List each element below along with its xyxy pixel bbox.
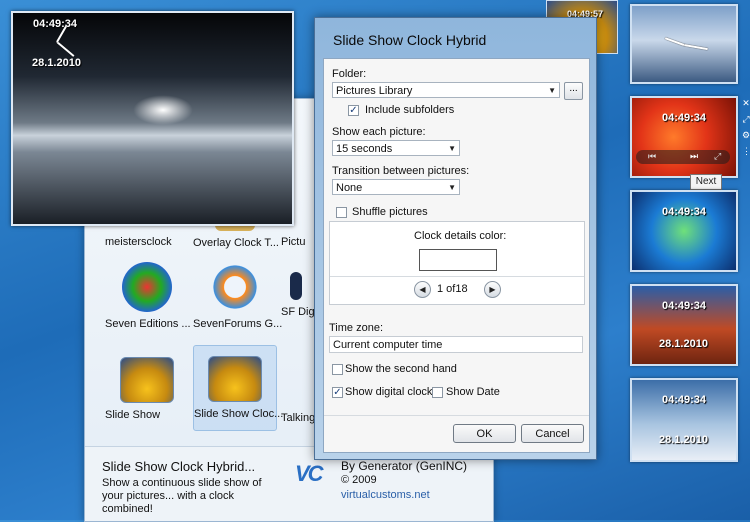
sidebar-thumb-active[interactable]: 04:49:34 ⏮ ⏭ ⤢	[630, 96, 738, 178]
preview-time: 04:49:34	[33, 18, 78, 30]
sidebar-thumb[interactable]	[630, 4, 738, 84]
shuffle-label: Shuffle pictures	[352, 206, 428, 218]
clock-minute-hand	[664, 37, 685, 46]
folder-value: Pictures Library	[336, 85, 413, 97]
gallery-item-label: Slide Show	[105, 409, 161, 421]
folder-select[interactable]: Pictures Library ▼	[332, 82, 560, 98]
slideshow-controls: ⏮ ⏭ ⤢	[636, 150, 730, 164]
chevron-down-icon: ▼	[448, 144, 456, 153]
cancel-button[interactable]: Cancel	[521, 424, 584, 443]
previous-icon[interactable]: ◀	[414, 281, 431, 298]
next-icon[interactable]: ⏭	[690, 151, 698, 162]
interval-select[interactable]: 15 seconds ▼	[332, 140, 460, 156]
seven-editions-icon	[122, 262, 172, 312]
slide-show-icon	[120, 357, 174, 403]
slide-show-clock-icon	[208, 356, 262, 402]
clock-color-swatch[interactable]	[419, 249, 497, 271]
gadget-author: By Generator (GenINC)	[341, 459, 468, 473]
gallery-item-label: Talking	[281, 412, 316, 424]
shuffle-checkbox[interactable]	[336, 207, 347, 218]
clock-color-panel: Clock details color: ◀ 1 of18 ▶	[329, 221, 585, 305]
transition-label: Transition between pictures:	[332, 165, 470, 177]
sf-digital-icon	[290, 272, 302, 300]
gallery-item-label: Seven Editions ...	[105, 318, 191, 330]
dialog-title: Slide Show Clock Hybrid	[333, 32, 487, 48]
gallery-item[interactable]: SevenForums G...	[193, 262, 282, 330]
transition-value: None	[336, 182, 363, 194]
second-hand-label: Show the second hand	[345, 363, 457, 375]
vc-logo: VC	[295, 461, 324, 486]
chevron-down-icon: ▼	[548, 86, 556, 95]
gallery-item-selected[interactable]: Slide Show Cloc...	[193, 345, 283, 431]
second-hand-checkbox[interactable]	[332, 364, 343, 375]
sun-glow	[133, 95, 193, 125]
show-date-checkbox[interactable]	[432, 387, 443, 398]
dialog-body: Folder: Pictures Library ▼ ... ✓ Include…	[323, 58, 590, 453]
preview-date: 28.1.2010	[32, 57, 81, 69]
gallery-item-label: Pictu	[281, 236, 306, 248]
slideshow-preview[interactable]: 04:49:34 28.1.2010	[11, 11, 294, 226]
resize-icon[interactable]: ⤢	[742, 114, 750, 125]
gadget-copyright: © 2009	[341, 474, 377, 486]
gallery-item[interactable]: Slide Show	[105, 357, 189, 421]
thumb-time: 04:49:34	[662, 112, 707, 124]
timezone-field[interactable]: Current computer time	[329, 336, 583, 353]
browse-button[interactable]: ...	[564, 82, 583, 100]
settings-icon[interactable]: ⚙	[742, 130, 750, 141]
thumb-time: 04:49:34	[662, 206, 707, 218]
sevenforums-icon	[210, 262, 260, 312]
thumb-date: 28.1.2010	[659, 434, 708, 446]
thumb-time: 04:49:34	[662, 394, 707, 406]
gallery-item-label: meistersclock	[105, 236, 172, 248]
include-subfolders-label: Include subfolders	[365, 104, 455, 116]
gadget-website-link[interactable]: virtualcustoms.net	[341, 489, 430, 501]
gallery-item-label: SevenForums G...	[193, 318, 283, 330]
include-subfolders-checkbox[interactable]: ✓	[348, 105, 359, 116]
transition-select[interactable]: None ▼	[332, 179, 460, 195]
next-tooltip: Next	[690, 174, 722, 190]
gallery-item-label: Overlay Clock T...	[193, 237, 279, 249]
gallery-item[interactable]: SF Dig	[281, 262, 315, 318]
page-indicator: 1 of18	[437, 283, 468, 295]
gallery-item[interactable]: Seven Editions ...	[105, 262, 191, 330]
digital-clock-checkbox[interactable]: ✓	[332, 387, 343, 398]
footer-divider	[324, 415, 589, 416]
interval-value: 15 seconds	[336, 143, 393, 155]
chevron-down-icon: ▼	[448, 183, 456, 192]
ok-button[interactable]: OK	[453, 424, 516, 443]
timezone-label: Time zone:	[329, 322, 384, 334]
view-icon[interactable]: ⤢	[714, 151, 721, 162]
gadget-description: Show a continuous slide show of your pic…	[102, 477, 262, 515]
thumb-date: 28.1.2010	[659, 338, 708, 350]
previous-icon[interactable]: ⏮	[648, 151, 656, 162]
next-icon[interactable]: ▶	[484, 281, 501, 298]
close-icon[interactable]: ✕	[742, 98, 750, 109]
show-each-label: Show each picture:	[332, 126, 426, 138]
gallery-item-label: SF Dig	[281, 306, 315, 318]
clock-color-label: Clock details color:	[414, 230, 507, 242]
sidebar-thumb[interactable]: 04:49:34 28.1.2010	[630, 284, 738, 366]
clock-hour-hand	[683, 44, 708, 51]
show-date-label: Show Date	[446, 386, 500, 398]
gallery-item-label: Slide Show Cloc...	[194, 408, 284, 420]
folder-label: Folder:	[332, 68, 367, 80]
gadget-title: Slide Show Clock Hybrid...	[102, 459, 256, 474]
sidebar-thumb[interactable]: 04:49:34	[630, 190, 738, 272]
sidebar-thumb[interactable]: 04:49:34 28.1.2010	[630, 378, 738, 462]
thumb-time: 04:49:34	[662, 300, 707, 312]
settings-dialog: Slide Show Clock Hybrid Folder: Pictures…	[314, 17, 597, 460]
clock-hour-hand	[56, 41, 75, 57]
digital-clock-label: Show digital clock	[345, 386, 433, 398]
panel-divider	[330, 276, 584, 277]
timezone-value: Current computer time	[333, 339, 443, 351]
drag-handle-icon[interactable]: ⋮	[742, 146, 750, 157]
